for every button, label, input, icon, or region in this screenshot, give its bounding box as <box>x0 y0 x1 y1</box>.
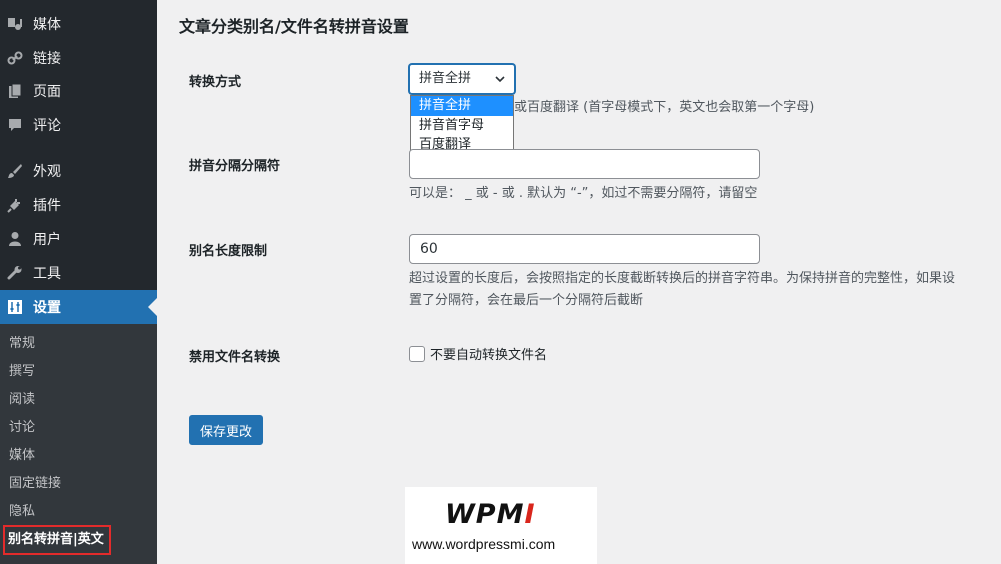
submenu-discussion[interactable]: 讨论 <box>9 417 35 439</box>
menu-label: 设置 <box>33 300 61 316</box>
menu-item-users[interactable]: 用户 <box>0 222 157 256</box>
menu-label: 用户 <box>33 232 61 248</box>
logo-text: WPM <box>445 499 525 530</box>
watermark-logo: WPMI <box>445 499 536 530</box>
submenu-writing[interactable]: 撰写 <box>9 361 35 383</box>
convert-mode-select[interactable]: 拼音全拼 <box>409 64 515 94</box>
plugin-icon <box>7 197 23 213</box>
separator-input[interactable] <box>409 149 760 179</box>
length-limit-input[interactable]: 60 <box>409 234 760 264</box>
menu-item-tools[interactable]: 工具 <box>0 256 157 290</box>
brush-icon <box>7 163 23 179</box>
option-pinyin-initials[interactable]: 拼音首字母 <box>411 116 513 136</box>
submenu-pinyin-slug[interactable]: 别名转拼音|英文 <box>3 525 111 555</box>
user-icon <box>7 231 23 247</box>
length-limit-description: 超过设置的长度后，会按照指定的长度截断转换后的拼音字符串。为保持拼音的完整性，如… <box>409 268 999 312</box>
submenu-media[interactable]: 媒体 <box>9 445 35 467</box>
menu-item-comments[interactable]: 评论 <box>0 108 157 142</box>
menu-label: 评论 <box>33 118 61 134</box>
disable-filename-label: 禁用文件名转换 <box>189 350 281 365</box>
convert-mode-label: 转换方式 <box>189 75 242 90</box>
disable-filename-checkbox[interactable] <box>409 346 425 362</box>
save-button[interactable]: 保存更改 <box>189 415 263 445</box>
comment-icon <box>7 117 23 133</box>
menu-label: 页面 <box>33 84 61 100</box>
select-value: 拼音全拼 <box>419 71 472 86</box>
menu-item-links[interactable]: 链接 <box>0 41 157 75</box>
menu-item-plugins[interactable]: 插件 <box>0 188 157 222</box>
link-icon <box>7 50 23 66</box>
page-icon <box>7 83 23 99</box>
convert-mode-description: 或百度翻译 (首字母模式下，英文也会取第一个字母) <box>514 100 815 115</box>
logo-text-red: I <box>524 499 536 530</box>
separator-label: 拼音分隔分隔符 <box>189 159 281 174</box>
watermark: WPMI www.wordpressmi.com <box>405 487 597 564</box>
disable-filename-checkbox-label[interactable]: 不要自动转换文件名 <box>430 344 547 363</box>
menu-label: 插件 <box>33 198 61 214</box>
menu-item-settings[interactable]: 设置 <box>0 290 157 324</box>
settings-submenu: 常规 撰写 阅读 讨论 媒体 固定链接 隐私 别名转拼音|英文 <box>0 324 157 564</box>
menu-label: 外观 <box>33 164 61 180</box>
option-full-pinyin[interactable]: 拼音全拼 <box>411 96 513 116</box>
wrench-icon <box>7 265 23 281</box>
submenu-reading[interactable]: 阅读 <box>9 389 35 411</box>
settings-icon <box>7 299 23 315</box>
menu-label: 链接 <box>33 51 61 67</box>
chevron-down-icon <box>495 76 505 83</box>
submenu-permalinks[interactable]: 固定链接 <box>9 473 61 495</box>
menu-item-pages[interactable]: 页面 <box>0 74 157 108</box>
submenu-privacy[interactable]: 隐私 <box>9 501 35 523</box>
length-limit-desc-line1: 超过设置的长度后，会按照指定的长度截断转换后的拼音字符串。为保持拼音的完整性，如… <box>409 271 956 286</box>
page-title: 文章分类别名/文件名转拼音设置 <box>179 17 409 36</box>
convert-mode-options: 拼音全拼 拼音首字母 百度翻译 <box>410 95 514 156</box>
submenu-general[interactable]: 常规 <box>9 333 35 355</box>
length-limit-desc-line2: 置了分隔符，会在最后一个分隔符后截断 <box>409 293 644 308</box>
admin-sidebar: 媒体 链接 页面 评论 外观 插件 用户 工具 设置 常规 撰写 阅读 讨论 媒… <box>0 0 157 564</box>
watermark-url: www.wordpressmi.com <box>412 536 556 552</box>
menu-item-appearance[interactable]: 外观 <box>0 154 157 188</box>
length-limit-label: 别名长度限制 <box>189 244 268 259</box>
media-icon <box>7 16 23 32</box>
menu-label: 媒体 <box>33 17 61 33</box>
menu-item-media[interactable]: 媒体 <box>0 7 157 41</box>
separator-description: 可以是： _ 或 - 或 . 默认为 “-”，如过不需要分隔符，请留空 <box>409 186 758 201</box>
menu-label: 工具 <box>33 266 61 282</box>
